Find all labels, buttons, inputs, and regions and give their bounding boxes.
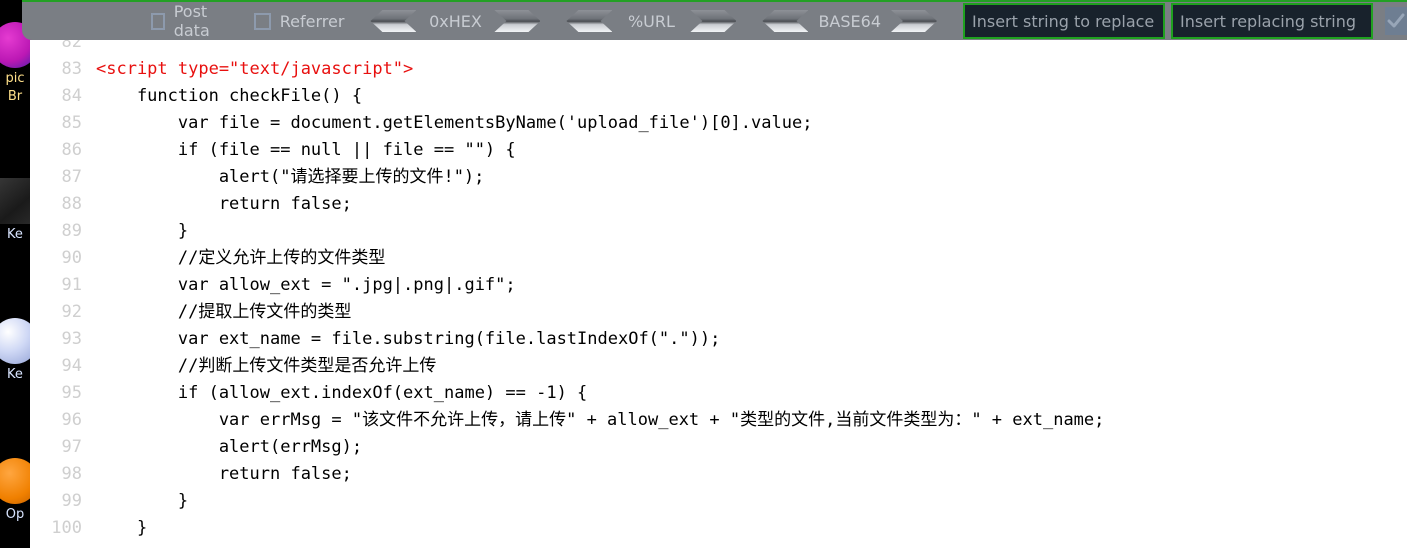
- line-number: 83: [61, 59, 82, 79]
- line-number: 96: [61, 410, 82, 430]
- encoder-base64: BASE64: [762, 10, 937, 32]
- checkbox-label: Post data: [173, 2, 210, 40]
- code-line-text: var file = document.getElementsByName('u…: [96, 113, 813, 133]
- code-line-text: //定义允许上传的文件类型: [96, 248, 386, 268]
- line-number: 92: [61, 302, 82, 322]
- code-line[interactable]: 100 }: [30, 515, 1407, 542]
- code-line[interactable]: 98 return false;: [30, 461, 1407, 488]
- code-line[interactable]: 96 var errMsg = "该文件不允许上传，请上传" + allow_e…: [30, 407, 1407, 434]
- encoder-hex: 0xHEX: [370, 10, 541, 32]
- code-line-clipped: 82: [30, 40, 1407, 56]
- line-number: 99: [61, 491, 82, 511]
- checkbox-box-icon[interactable]: [151, 12, 165, 30]
- checkbox-box-icon[interactable]: [253, 12, 271, 30]
- code-line-text: return false;: [96, 464, 352, 484]
- code-line-text: <script type="text/javascript">: [96, 59, 414, 79]
- line-number: 98: [61, 464, 82, 484]
- checkbox-post-data[interactable]: Post data: [151, 2, 228, 40]
- code-line[interactable]: 99 }: [30, 488, 1407, 515]
- code-line[interactable]: 97 alert(errMsg);: [30, 434, 1407, 461]
- find-string-input[interactable]: [963, 3, 1165, 39]
- code-line-text: return false;: [96, 194, 352, 214]
- line-number: 93: [61, 329, 82, 349]
- line-number: 95: [61, 383, 82, 403]
- code-line-text: alert("请选择要上传的文件!");: [96, 167, 485, 187]
- encoder-label: 0xHEX: [429, 11, 482, 31]
- line-number: 86: [61, 140, 82, 160]
- code-line[interactable]: 91 var allow_ext = ".jpg|.png|.gif";: [30, 272, 1407, 299]
- code-line-text: }: [96, 491, 189, 511]
- code-line[interactable]: 95 if (allow_ext.indexOf(ext_name) == -1…: [30, 380, 1407, 407]
- code-line-text: var ext_name = file.substring(file.lastI…: [96, 329, 721, 349]
- code-line-text: function checkFile() {: [96, 86, 363, 106]
- line-number: 100: [51, 518, 82, 538]
- encoder-url: %URL: [566, 10, 737, 32]
- code-line[interactable]: 83 <script type="text/javascript">: [30, 56, 1407, 83]
- checkmark-icon: [1387, 13, 1405, 28]
- line-number: 90: [61, 248, 82, 268]
- arrow-right-icon[interactable]: [494, 10, 541, 32]
- arrow-right-icon[interactable]: [690, 10, 737, 32]
- code-line-text: var errMsg = "该文件不允许上传，请上传" + allow_ext …: [96, 410, 1105, 430]
- code-line-text: //提取上传文件的类型: [96, 302, 352, 322]
- checkbox-label: Referrer: [279, 11, 345, 31]
- encoder-replace-toolbar: Post data Referrer 0xHEX %URL BASE64: [22, 0, 1407, 40]
- code-line[interactable]: 90 //定义允许上传的文件类型: [30, 245, 1407, 272]
- line-number: 85: [61, 113, 82, 133]
- line-number: 82: [61, 40, 82, 52]
- apply-replace-checkbox[interactable]: [1385, 7, 1407, 35]
- arrow-left-icon[interactable]: [370, 10, 417, 32]
- source-code-view[interactable]: 82 83 <script type="text/javascript"> 84 fu…: [30, 40, 1407, 542]
- screen: pic Br Ke Ke Op 82 83 <script type="text/j…: [0, 0, 1407, 548]
- code-line-text: if (allow_ext.indexOf(ext_name) == -1) {: [96, 383, 588, 403]
- code-line-text: //判断上传文件类型是否允许上传: [96, 356, 437, 376]
- code-line-text: alert(errMsg);: [96, 437, 363, 457]
- code-line[interactable]: 93 var ext_name = file.substring(file.la…: [30, 326, 1407, 353]
- code-line-text: if (file == null || file == "") {: [96, 140, 516, 160]
- replace-string-input[interactable]: [1171, 3, 1373, 39]
- line-number: 89: [61, 221, 82, 241]
- code-line-text: var allow_ext = ".jpg|.png|.gif";: [96, 275, 516, 295]
- line-number: 97: [61, 437, 82, 457]
- line-number: 91: [61, 275, 82, 295]
- encoder-label: %URL: [627, 11, 675, 31]
- code-line[interactable]: 87 alert("请选择要上传的文件!");: [30, 164, 1407, 191]
- code-line-text: }: [96, 518, 148, 538]
- code-line[interactable]: 94 //判断上传文件类型是否允许上传: [30, 353, 1407, 380]
- code-line[interactable]: 89 }: [30, 218, 1407, 245]
- checkbox-referrer[interactable]: Referrer: [253, 11, 345, 31]
- arrow-left-icon[interactable]: [566, 10, 613, 32]
- line-number: 87: [61, 167, 82, 187]
- arrow-right-icon[interactable]: [891, 10, 937, 32]
- code-line[interactable]: 85 var file = document.getElementsByName…: [30, 110, 1407, 137]
- code-line[interactable]: 92 //提取上传文件的类型: [30, 299, 1407, 326]
- code-line[interactable]: 88 return false;: [30, 191, 1407, 218]
- code-line[interactable]: 84 function checkFile() {: [30, 83, 1407, 110]
- encoder-label: BASE64: [818, 11, 881, 31]
- arrow-left-icon[interactable]: [762, 10, 809, 32]
- code-line-text: }: [96, 221, 189, 241]
- code-editor-window[interactable]: 82 83 <script type="text/javascript"> 84 fu…: [30, 40, 1407, 548]
- line-number: 88: [61, 194, 82, 214]
- line-number: 94: [61, 356, 82, 376]
- line-number: 84: [61, 86, 82, 106]
- code-line[interactable]: 86 if (file == null || file == "") {: [30, 137, 1407, 164]
